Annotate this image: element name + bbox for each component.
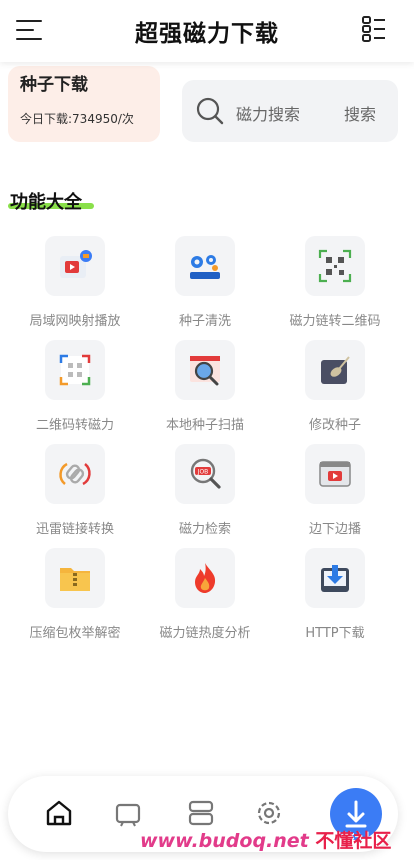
app-title: 超强磁力下载 — [135, 21, 279, 47]
feature-stream-download[interactable]: 边下边播 — [270, 444, 400, 548]
feature-http-download[interactable]: HTTP下载 — [270, 548, 400, 652]
gears-icon — [190, 255, 220, 279]
feature-lan-play[interactable]: 局域网映射播放 — [10, 236, 140, 340]
search-icon — [196, 97, 224, 125]
today-download-count: 今日下载:734950/次 — [20, 112, 134, 126]
lan-video-icon — [60, 250, 92, 278]
list-view-icon[interactable] — [362, 16, 386, 42]
download-tray-icon — [321, 565, 349, 592]
qr-code-icon — [318, 249, 352, 283]
feature-label: 种子清洗 — [178, 314, 231, 329]
chain-link-icon — [59, 462, 91, 486]
feature-local-scan[interactable]: 本地种子扫描 — [140, 340, 270, 444]
feature-magnet-to-qr[interactable]: 磁力链转二维码 — [270, 236, 400, 340]
feature-label: 磁力检索 — [178, 522, 231, 537]
zip-folder-icon — [60, 568, 90, 591]
section-title: 功能大全 — [10, 192, 82, 213]
feature-label: 压缩包枚举解密 — [29, 626, 121, 641]
feature-label: 边下边播 — [308, 522, 361, 537]
feature-label: 磁力链转二维码 — [289, 314, 381, 329]
fire-icon — [195, 563, 216, 593]
feature-label: 本地种子扫描 — [165, 418, 244, 433]
tv-icon[interactable] — [113, 798, 143, 828]
watermark-cn: 不懂社区 — [315, 830, 392, 852]
seed-download-title: 种子下载 — [20, 75, 88, 95]
settings-gear-icon[interactable] — [254, 798, 284, 828]
edit-tablet-icon — [321, 356, 350, 384]
app-header: 超强磁力下载 — [0, 0, 414, 62]
layers-icon[interactable] — [186, 798, 216, 828]
search-label: 磁力搜索 — [236, 105, 301, 124]
watermark-site: www.budoq.net — [140, 830, 309, 852]
svg-text:JOB: JOB — [197, 469, 209, 476]
feature-label: HTTP下载 — [305, 626, 365, 641]
feature-edit-seed[interactable]: 修改种子 — [270, 340, 400, 444]
search-button[interactable]: 搜索 — [344, 101, 376, 125]
seed-download-card[interactable]: 种子下载 今日下载:734950/次 — [8, 66, 160, 142]
feature-heat-analysis[interactable]: 磁力链热度分析 — [140, 548, 270, 652]
feature-label: 磁力链热度分析 — [159, 626, 251, 641]
feature-label: 修改种子 — [308, 418, 361, 433]
qr-scan-icon — [59, 354, 91, 386]
feature-qr-to-magnet[interactable]: 二维码转磁力 — [10, 340, 140, 444]
magnifier-scan-icon — [190, 356, 220, 386]
site-watermark: www.budoq.net 不懂社区 — [140, 826, 391, 853]
feature-magnet-search[interactable]: JOB 磁力检索 — [140, 444, 270, 548]
feature-label: 二维码转磁力 — [35, 418, 114, 433]
feature-label: 局域网映射播放 — [29, 314, 121, 329]
magnet-search-card[interactable]: 磁力搜索 搜索 — [182, 80, 398, 142]
video-player-icon — [319, 461, 351, 487]
feature-label: 迅雷链接转换 — [35, 522, 114, 537]
home-icon[interactable] — [44, 798, 74, 828]
job-search-icon: JOB — [190, 458, 221, 489]
feature-thunder-convert[interactable]: 迅雷链接转换 — [10, 444, 140, 548]
feature-seed-clean[interactable]: 种子清洗 — [140, 236, 270, 340]
feature-zip-decrypt[interactable]: 压缩包枚举解密 — [10, 548, 140, 652]
